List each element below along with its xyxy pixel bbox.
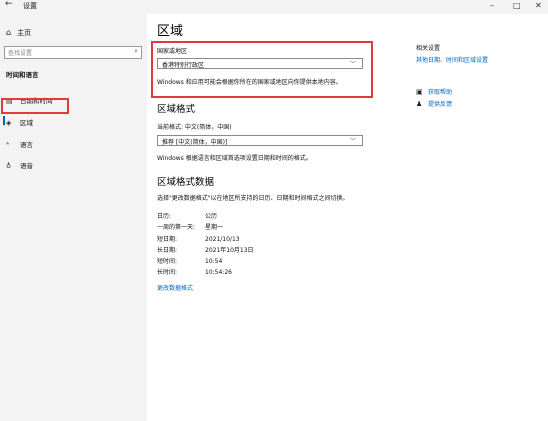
title-bar: ← 设置 – □ ✕ [0, 0, 548, 14]
region-format-data-note: 选择"更改数据格式"以在地区所支持的日历、日期和时间格式之间切换。 [157, 195, 349, 202]
data-row-calendar: 日历: 公历 [157, 211, 217, 220]
get-help-link[interactable]: ▣ 获取帮助 [416, 87, 452, 96]
data-row-key: 一周的第一天: [157, 224, 196, 231]
search-icon[interactable]: ⌕ [134, 47, 138, 56]
window-title: 设置 [23, 2, 37, 10]
home-icon: ⌂ [6, 28, 12, 37]
globe-icon: ◈ [6, 119, 12, 127]
data-row-value: 公历 [205, 213, 218, 220]
give-feedback-link[interactable]: ♟ 提供反馈 [416, 99, 452, 108]
help-chat-icon: ▣ [416, 88, 423, 96]
data-row-key: 短时间: [157, 258, 178, 265]
data-row-key: 长时间: [157, 269, 178, 276]
change-data-format-link[interactable]: 更改数据格式 [157, 283, 193, 292]
related-settings-heading: 相关设置 [416, 45, 441, 52]
data-row-key: 日历: [157, 213, 172, 220]
data-row-first-day: 一周的第一天: 星期一 [157, 222, 223, 231]
data-row-short-time: 短时间: 10:54 [157, 256, 222, 265]
feedback-icon: ♟ [416, 100, 423, 108]
region-format-data-heading: 区域格式数据 [157, 177, 215, 188]
minimize-button[interactable]: – [490, 1, 494, 10]
sidebar-item-label: 区域 [20, 119, 33, 127]
data-row-value: 星期一 [205, 224, 224, 231]
give-feedback-label: 提供反馈 [428, 101, 453, 108]
data-row-key: 长日期: [157, 247, 178, 254]
search-input[interactable]: 查找设置 ⌕ [4, 46, 142, 59]
data-row-value: 10:54:26 [205, 269, 232, 276]
country-label: 国家或地区 [157, 48, 188, 55]
sidebar-section-title: 时间和语言 [6, 71, 39, 79]
language-icon: ᴬ [6, 141, 10, 149]
sidebar-item-language[interactable]: ᴬ 语言 [6, 139, 33, 149]
data-row-value: 2021/10/13 [205, 236, 240, 243]
region-highlight-box [1, 98, 69, 114]
country-dropdown[interactable]: 香港特别行政区 ﹀ [157, 58, 363, 69]
region-format-heading: 区域格式 [157, 104, 196, 115]
sidebar-item-region[interactable]: ◈ 区域 [6, 117, 33, 127]
maximize-button[interactable]: □ [513, 1, 521, 10]
page-title: 区域 [157, 24, 184, 39]
data-row-short-date: 短日期: 2021/10/13 [157, 234, 240, 243]
selection-indicator [3, 116, 5, 125]
region-format-note: Windows 根据语言和区域首选项设置日期和时间的格式。 [157, 155, 312, 162]
nav-home-label: 主页 [17, 29, 32, 37]
data-row-key: 短日期: [157, 236, 178, 243]
region-format-value: 推荐 [中文(简体，中国)] [162, 139, 228, 146]
sidebar: ⌂ 主页 查找设置 ⌕ 时间和语言 ▤ 日期和时间 ◈ 区域 ᴬ 语言 ♁ 语音 [0, 14, 147, 421]
data-row-value: 10:54 [205, 258, 223, 265]
data-row-long-date: 长日期: 2021年10月13日 [157, 245, 254, 254]
country-note: Windows 和应用可能会根据你所在的国家或地区向你提供本地内容。 [157, 79, 342, 86]
microphone-icon: ♁ [6, 162, 12, 170]
sidebar-item-speech[interactable]: ♁ 语音 [6, 160, 33, 170]
region-format-dropdown[interactable]: 推荐 [中文(简体，中国)] ﹀ [157, 135, 363, 146]
nav-home[interactable]: ⌂ 主页 [6, 28, 31, 38]
sidebar-item-label: 语言 [20, 141, 33, 149]
search-placeholder: 查找设置 [8, 50, 33, 57]
sidebar-item-label: 语音 [20, 162, 33, 170]
close-button[interactable]: ✕ [535, 1, 542, 10]
additional-settings-link[interactable]: 其他日期、时间和区域设置 [416, 55, 488, 64]
chevron-down-icon: ﹀ [349, 61, 356, 68]
back-icon[interactable]: ← [5, 0, 13, 9]
data-row-long-time: 长时间: 10:54:26 [157, 267, 232, 276]
data-row-value: 2021年10月13日 [205, 247, 254, 254]
current-format-label: 当前格式: 中文(简体，中国) [157, 124, 232, 131]
get-help-label: 获取帮助 [428, 89, 453, 96]
chevron-down-icon: ﹀ [349, 138, 356, 145]
country-value: 香港特别行政区 [162, 62, 205, 69]
